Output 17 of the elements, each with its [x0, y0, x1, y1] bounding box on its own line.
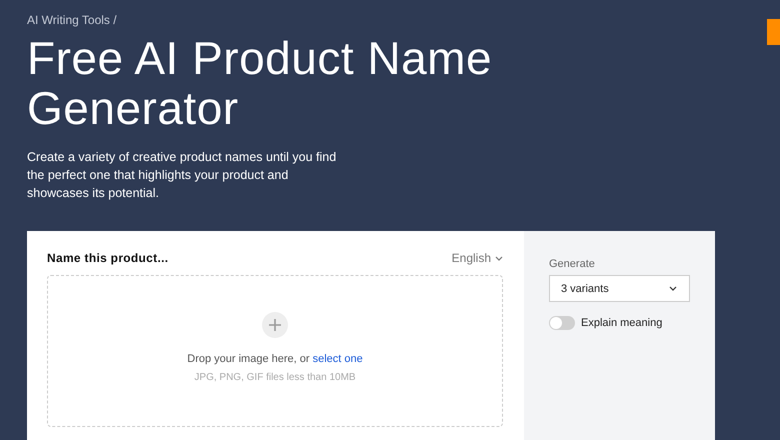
breadcrumb-link[interactable]: AI Writing Tools /: [27, 13, 117, 27]
image-dropzone[interactable]: Drop your image here, or select one JPG, PNG, GIF files less than 10MB: [47, 275, 503, 427]
chevron-down-icon: [495, 256, 503, 260]
corner-tab[interactable]: [767, 19, 780, 45]
toggle-switch[interactable]: [549, 316, 575, 330]
drop-prompt: Drop your image here, or select one: [187, 353, 363, 365]
chevron-down-icon: [669, 286, 677, 291]
card-heading: Name this product...: [47, 251, 168, 265]
select-link[interactable]: select one: [312, 353, 363, 365]
plus-icon: [262, 312, 288, 338]
file-hint: JPG, PNG, GIF files less than 10MB: [194, 372, 356, 383]
variants-select[interactable]: 3 variants: [549, 275, 690, 302]
toggle-label: Explain meaning: [581, 317, 662, 329]
page-description: Create a variety of creative product names until you find the perfect one that highlights your product and showcases its potential.: [27, 149, 338, 202]
page-title: Free AI Product Name Generator: [27, 33, 494, 133]
generate-label: Generate: [549, 258, 595, 270]
language-dropdown[interactable]: English: [452, 251, 503, 265]
